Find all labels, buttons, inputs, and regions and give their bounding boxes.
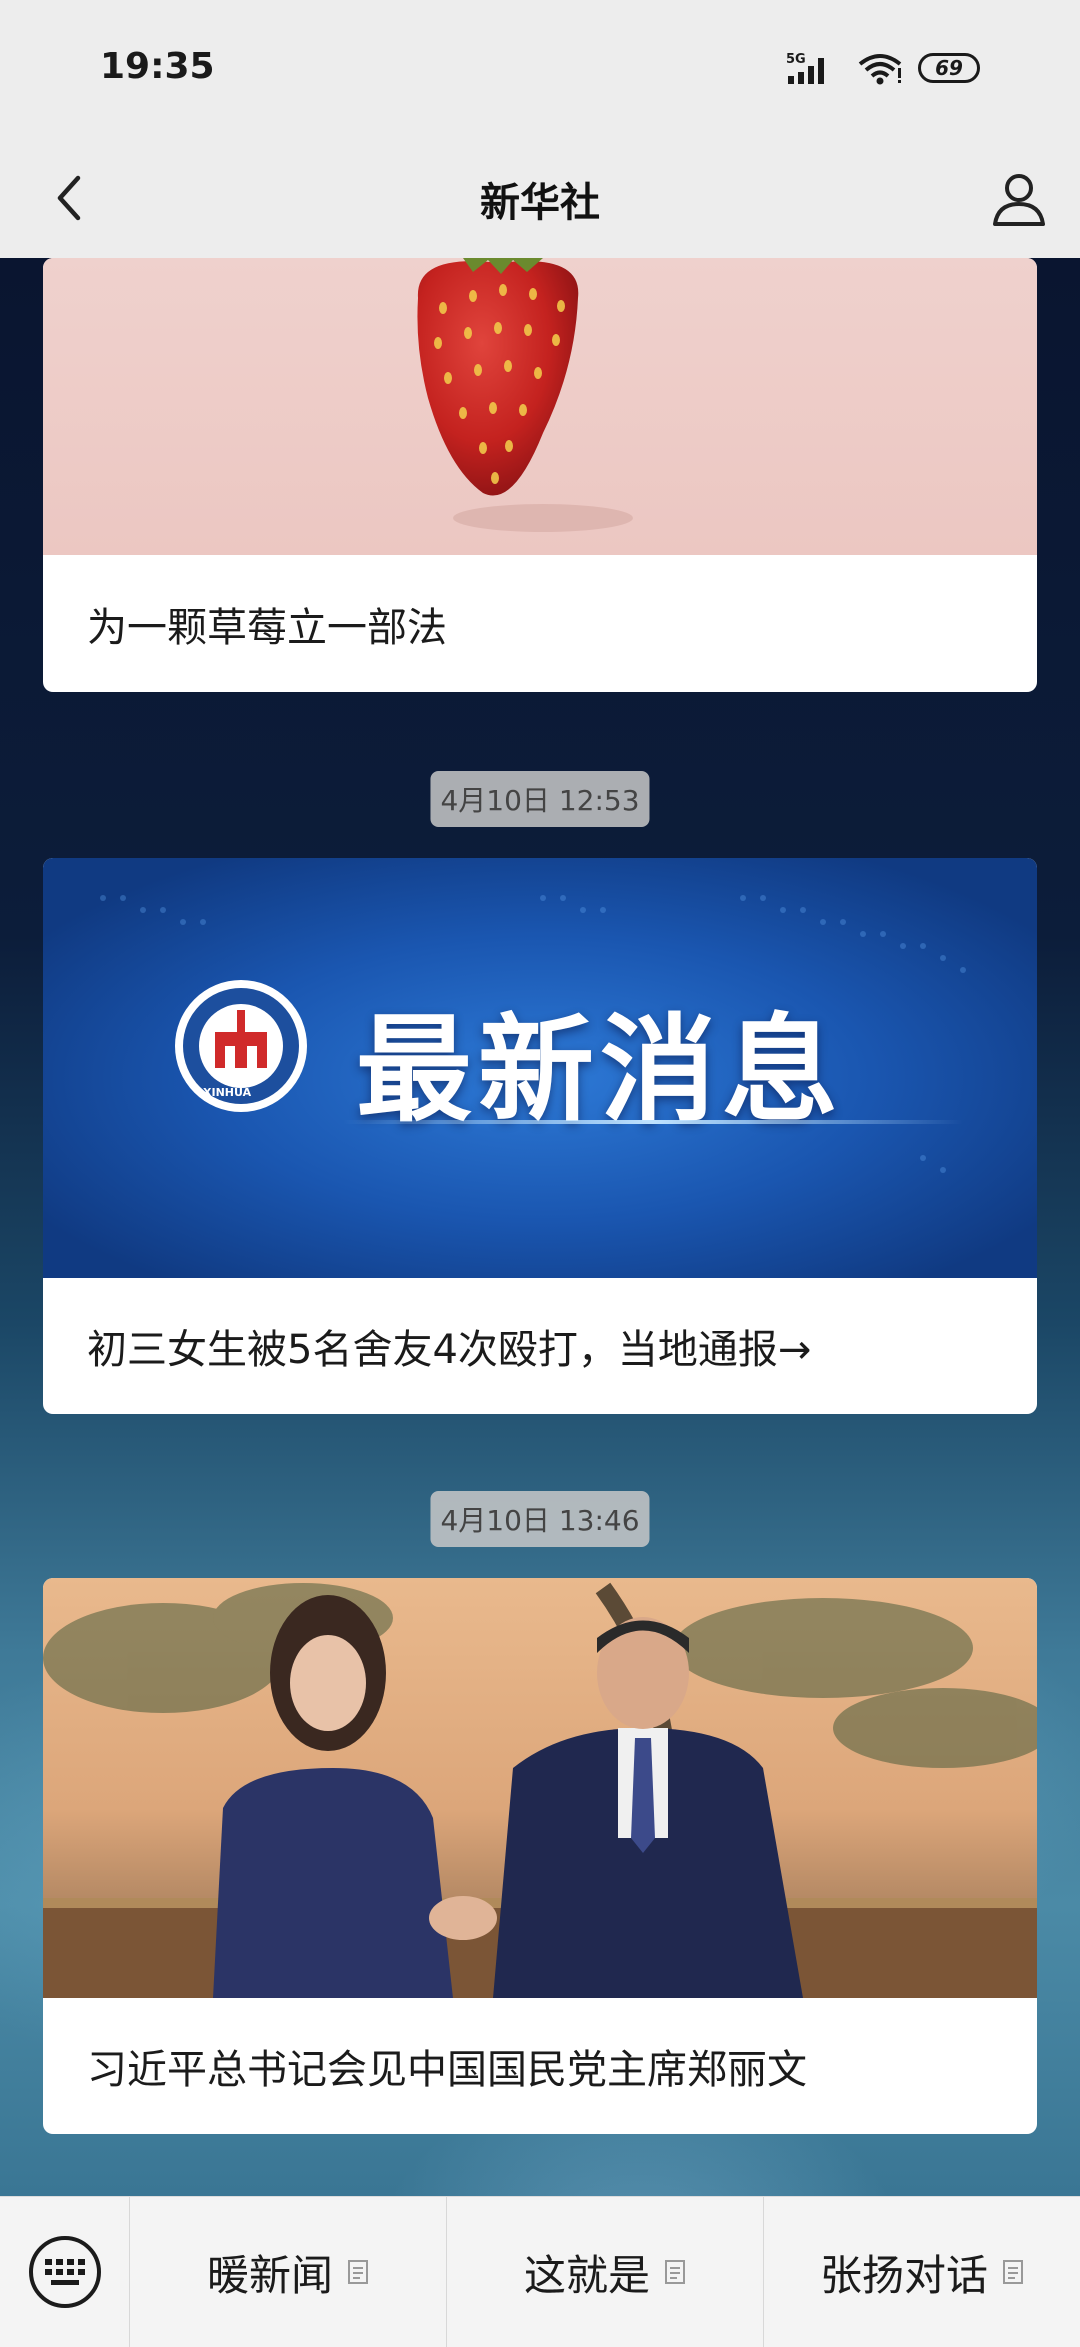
menu-item-warm-news[interactable]: 暖新闻	[130, 2196, 447, 2347]
network-type-label: 5G	[786, 52, 806, 67]
menu-item-this-is[interactable]: 这就是	[447, 2196, 764, 2347]
news-card-meeting[interactable]: 习近平总书记会见中国国民党主席郑丽文	[43, 1578, 1037, 2134]
status-time: 19:35	[100, 46, 215, 87]
menu-item-label: 张扬对话	[819, 2250, 988, 2300]
banner-underline	[343, 1120, 963, 1124]
status-icons: 5G 69	[786, 50, 980, 86]
strawberry-illustration	[417, 258, 633, 532]
submenu-icon	[348, 2260, 368, 2284]
person-icon[interactable]	[984, 164, 1054, 234]
banner-headline: 最新消息	[356, 1003, 844, 1138]
news-title: 初三女生被5名舍友4次殴打，当地通报→	[87, 1327, 812, 1373]
cellular-signal-icon: 5G	[786, 52, 824, 84]
bottom-menu: 暖新闻 这就是 张扬对话	[0, 2196, 1080, 2347]
submenu-icon	[665, 2260, 685, 2284]
logo-caption: XINHUA	[203, 1086, 252, 1099]
news-title: 习近平总书记会见中国国民党主席郑丽文	[87, 2047, 807, 2093]
keyboard-icon	[28, 2236, 101, 2308]
news-card-strawberry[interactable]: 为一颗草莓立一部法	[43, 258, 1037, 692]
menu-item-label: 这就是	[523, 2250, 650, 2300]
message-timestamp: 4月10日 12:53	[430, 771, 650, 827]
breaking-news-banner: XINHUA 最新消息	[43, 858, 1037, 1278]
nav-bar: 新华社	[0, 140, 1080, 258]
submenu-icon	[1003, 2260, 1023, 2284]
wifi-icon	[858, 54, 902, 85]
news-title: 为一颗草莓立一部法	[87, 605, 447, 651]
strawberry-image	[43, 258, 1037, 555]
page-title: 新华社	[480, 180, 600, 226]
message-timestamp: 4月10日 13:46	[430, 1491, 650, 1547]
feed: 为一颗草莓立一部法 4月10日 12:53 XINHUA 最新消息 初三女生被5…	[0, 258, 1080, 2196]
meeting-photo-illustration	[43, 1582, 1037, 1998]
news-card-breaking[interactable]: XINHUA 最新消息 初三女生被5名舍友4次殴打，当地通报→	[43, 858, 1037, 1414]
menu-item-label: 暖新闻	[206, 2250, 333, 2300]
menu-item-zhangyang-dialogue[interactable]: 张扬对话	[764, 2197, 1080, 2347]
keyboard-toggle-button[interactable]	[0, 2196, 130, 2347]
status-bar: 19:35 5G 69	[0, 0, 1080, 140]
meeting-photo	[43, 1578, 1037, 1998]
battery-indicator: 69	[918, 53, 980, 83]
